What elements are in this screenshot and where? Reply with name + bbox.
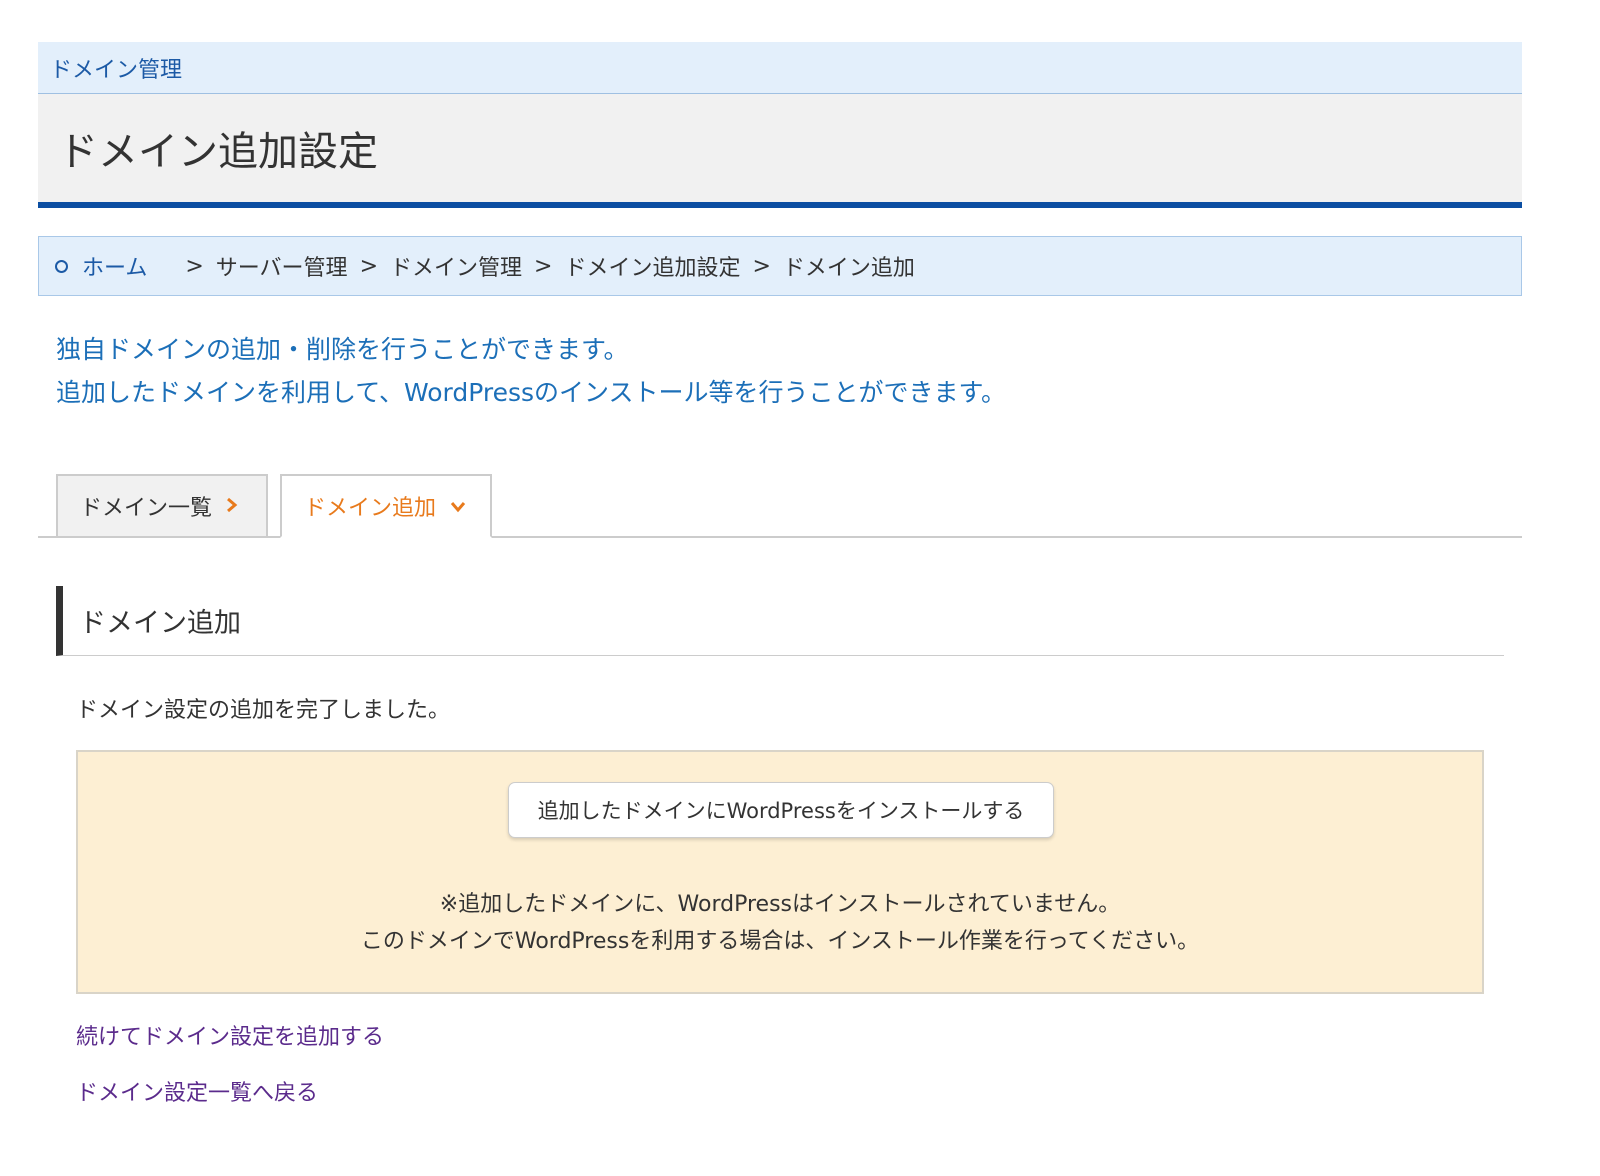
- intro-line-1: 独自ドメインの追加・削除を行うことができます。: [56, 335, 629, 364]
- notice-line-1: ※追加したドメインに、WordPressはインストールされていません。: [439, 892, 1121, 917]
- tab-domain-add-label: ドメイン追加: [304, 496, 437, 521]
- action-links: 続けてドメイン設定を追加する ドメイン設定一覧へ戻る: [76, 1022, 1522, 1110]
- chevron-down-icon: [450, 494, 466, 518]
- continue-add-domain-link[interactable]: 続けてドメイン設定を追加する: [76, 1022, 1522, 1054]
- breadcrumb-home-link[interactable]: ホーム: [82, 250, 147, 282]
- notice-line-2: このドメインでWordPressを利用する場合は、インストール作業を行ってくださ…: [360, 929, 1200, 954]
- page-header: ドメイン追加設定: [38, 94, 1522, 208]
- wordpress-notice-box: 追加したドメインにWordPressをインストールする ※追加したドメインに、W…: [76, 750, 1484, 994]
- install-wordpress-button[interactable]: 追加したドメインにWordPressをインストールする: [508, 782, 1054, 838]
- breadcrumb-item-domain-management: ドメイン管理: [390, 256, 523, 281]
- page-title: ドメイン追加設定: [58, 129, 378, 175]
- breadcrumb-separator: >: [752, 253, 771, 279]
- intro-line-2: 追加したドメインを利用して、WordPressのインストール等を行うことができま…: [56, 378, 1007, 407]
- intro-text: 独自ドメインの追加・削除を行うことができます。 追加したドメインを利用して、Wo…: [38, 328, 1522, 414]
- tab-bar: ドメイン一覧 ドメイン追加: [38, 474, 1522, 538]
- back-to-domain-list-link[interactable]: ドメイン設定一覧へ戻る: [76, 1078, 1522, 1110]
- breadcrumb-item-domain-add: ドメイン追加: [782, 256, 915, 281]
- completion-message: ドメイン設定の追加を完了しました。: [76, 698, 451, 723]
- breadcrumb-separator: >: [185, 253, 204, 279]
- chevron-right-icon: [226, 494, 238, 518]
- tab-domain-list[interactable]: ドメイン一覧: [56, 474, 268, 538]
- tab-domain-list-label: ドメイン一覧: [80, 496, 213, 521]
- breadcrumb-separator: >: [359, 253, 378, 279]
- section-title: ドメイン管理: [50, 57, 183, 83]
- notice-text: ※追加したドメインに、WordPressはインストールされていません。 このドメ…: [78, 886, 1482, 960]
- section-bar: ドメイン管理: [38, 42, 1522, 94]
- page-container: ドメイン管理 ドメイン追加設定 ホーム > サーバー管理 > ドメイン管理 > …: [38, 42, 1522, 1110]
- content-heading: ドメイン追加: [56, 586, 1504, 656]
- breadcrumb-separator: >: [534, 253, 553, 279]
- content-heading-title: ドメイン追加: [79, 608, 241, 639]
- breadcrumb-item-server: サーバー管理: [215, 256, 348, 281]
- breadcrumb-item-domain-settings: ドメイン追加設定: [564, 256, 741, 281]
- circle-bullet-icon: [55, 259, 68, 273]
- tab-domain-add[interactable]: ドメイン追加: [280, 474, 492, 538]
- breadcrumb: ホーム > サーバー管理 > ドメイン管理 > ドメイン追加設定 > ドメイン追…: [38, 236, 1522, 296]
